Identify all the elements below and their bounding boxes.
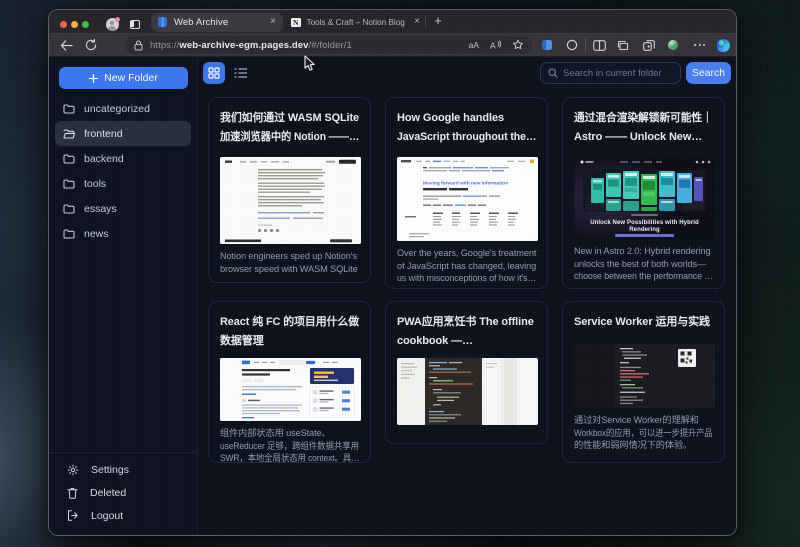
web-archive-favicon — [158, 17, 167, 27]
new-tab-button[interactable]: + — [430, 13, 446, 29]
card-title: PWA应用烹饪书 The offline cookbook —… — [397, 313, 536, 351]
tab-close-icon[interactable]: × — [414, 17, 420, 27]
card-description: 组件内部状态用 useState、 useReducer 足够，跨组件数据共享用… — [220, 427, 359, 463]
tab-title: Web Archive — [174, 17, 266, 28]
immersive-reader-icon[interactable]: aA — [469, 40, 479, 50]
card-thumbnail — [397, 358, 538, 425]
card-description: 通过对Service Worker的理解和 Workbox的应用，可以进一步提升… — [574, 414, 713, 452]
collections-icon[interactable] — [614, 37, 631, 54]
main-panel: Search 我们如何通过 WASM SQLite 加速浏览器中的 Notion… — [198, 57, 737, 536]
card-title: Service Worker 运用与实践 — [574, 313, 713, 332]
card-thumbnail: Moving forward with new information — [397, 157, 538, 241]
card-description: Over the years, Google's treatment of Ja… — [397, 247, 536, 285]
browser-tabstrip: Web Archive × N Tools & Craft – Notion B… — [49, 10, 736, 33]
svg-text:Moving forward with new inform: Moving forward with new information — [423, 181, 508, 187]
address-bar[interactable]: https://web-archive-egm.pages.dev/#/fold… — [125, 36, 532, 54]
extension-icon[interactable] — [538, 37, 555, 54]
grid-view-icon — [208, 67, 220, 79]
traffic-light-minimize-icon[interactable] — [71, 21, 78, 28]
more-menu-icon[interactable] — [691, 37, 708, 54]
trash-icon — [67, 487, 78, 499]
split-screen-icon[interactable] — [591, 37, 608, 54]
sidebar-item-deleted[interactable]: Deleted — [49, 481, 197, 504]
astro-kicker-bar — [631, 214, 658, 216]
folder-icon — [63, 204, 75, 214]
card-title: React 纯 FC 的项目用什么做 数据管理 — [220, 313, 359, 351]
copilot-icon[interactable] — [715, 37, 732, 54]
notion-favicon: N — [291, 18, 301, 28]
card-astro-hybrid-rendering[interactable]: 通过混合渲染解锁新可能性｜ Astro —— Unlock New… — [562, 97, 725, 289]
list-view-icon — [234, 68, 247, 78]
card-thumbnail — [220, 157, 361, 244]
sidebar-item-settings[interactable]: Settings — [49, 458, 197, 481]
mouse-cursor — [304, 55, 316, 72]
sidebar-footer: Settings Deleted Logout — [49, 452, 197, 536]
sidebar-item-logout[interactable]: Logout — [49, 504, 197, 527]
folder-list: uncategorized frontend backend tools — [49, 96, 197, 246]
shopping-icon[interactable] — [664, 37, 681, 54]
sidebar-item-tools[interactable]: tools — [55, 171, 191, 196]
search-input[interactable] — [563, 68, 673, 79]
card-react-fc-state[interactable]: React 纯 FC 的项目用什么做 数据管理 — [208, 301, 371, 463]
lock-icon — [134, 40, 143, 51]
web-archive-app: New Folder uncategorized frontend backen… — [49, 57, 737, 536]
card-title: How Google handles JavaScript throughout… — [397, 109, 536, 147]
tab-web-archive[interactable]: Web Archive × — [151, 13, 283, 33]
card-pwa-offline-cookbook[interactable]: PWA应用烹饪书 The offline cookbook —… — [385, 301, 548, 444]
grid-view-button[interactable] — [203, 62, 225, 84]
desktop-wallpaper: Web Archive × N Tools & Craft – Notion B… — [0, 0, 800, 547]
folder-icon — [63, 104, 75, 114]
sidebar-item-news[interactable]: news — [55, 221, 191, 246]
browser-essentials-icon[interactable] — [563, 37, 580, 54]
url-text: https://web-archive-egm.pages.dev/#/fold… — [150, 40, 352, 51]
traffic-light-close-icon[interactable] — [60, 21, 67, 28]
card-description: New in Astro 2.0: Hybrid rendering unloc… — [574, 245, 713, 283]
sidebar-item-essays[interactable]: essays — [55, 196, 191, 221]
plus-icon — [89, 74, 98, 83]
new-folder-button[interactable]: New Folder — [59, 67, 188, 89]
refresh-icon[interactable] — [82, 33, 100, 57]
folder-icon — [63, 179, 75, 189]
sidebar-item-backend[interactable]: backend — [55, 146, 191, 171]
card-title: 通过混合渲染解锁新可能性｜ Astro —— Unlock New… — [574, 109, 713, 147]
read-aloud-icon[interactable]: A — [490, 40, 501, 50]
folder-icon — [63, 229, 75, 239]
toolbar-separator — [585, 38, 586, 51]
tab-title: Tools & Craft – Notion Blog — [307, 18, 412, 27]
traffic-light-zoom-icon[interactable] — [82, 21, 89, 28]
card-description: Notion engineers sped up Notion's browse… — [220, 250, 359, 275]
astro-caption: Unlock New Possibilities with Hybrid Ren… — [590, 220, 699, 234]
card-thumbnail — [220, 358, 361, 421]
browser-window: Web Archive × N Tools & Craft – Notion B… — [48, 9, 737, 536]
sidebar-item-frontend[interactable]: frontend — [55, 121, 191, 146]
card-title: 我们如何通过 WASM SQLite 加速浏览器中的 Notion ——… — [220, 109, 359, 147]
search-box — [540, 62, 681, 84]
tab-separator — [425, 16, 426, 27]
tab-close-icon[interactable]: × — [270, 17, 276, 27]
tab-notion-blog[interactable]: N Tools & Craft – Notion Blog × — [287, 13, 425, 33]
card-thumbnail — [574, 344, 715, 408]
svg-text:A: A — [490, 41, 496, 51]
workspaces-icon[interactable] — [130, 20, 140, 29]
folder-open-icon — [63, 129, 75, 139]
card-wasm-sqlite[interactable]: 我们如何通过 WASM SQLite 加速浏览器中的 Notion ——… — [208, 97, 371, 283]
card-grid: 我们如何通过 WASM SQLite 加速浏览器中的 Notion ——… — [208, 97, 725, 463]
card-google-javascript[interactable]: How Google handles JavaScript throughout… — [385, 97, 548, 289]
profile-notification-badge — [115, 17, 120, 22]
browser-toolbar: https://web-archive-egm.pages.dev/#/fold… — [49, 33, 736, 57]
search-icon — [548, 68, 558, 78]
search-button[interactable]: Search — [686, 62, 731, 84]
sidebar: New Folder uncategorized frontend backen… — [49, 57, 198, 536]
astro-link-bar — [615, 234, 674, 237]
back-icon[interactable] — [57, 33, 75, 57]
sidebar-item-uncategorized[interactable]: uncategorized — [55, 96, 191, 121]
list-view-button[interactable] — [229, 62, 251, 84]
gear-icon — [67, 464, 79, 476]
multi-window-icon[interactable] — [640, 37, 657, 54]
logout-icon — [67, 510, 79, 521]
card-service-worker[interactable]: Service Worker 运用与实践 — [562, 301, 725, 463]
favorite-star-icon[interactable] — [512, 39, 524, 51]
folder-icon — [63, 154, 75, 164]
card-thumbnail: Unlock New Possibilities with Hybrid Ren… — [574, 157, 715, 239]
